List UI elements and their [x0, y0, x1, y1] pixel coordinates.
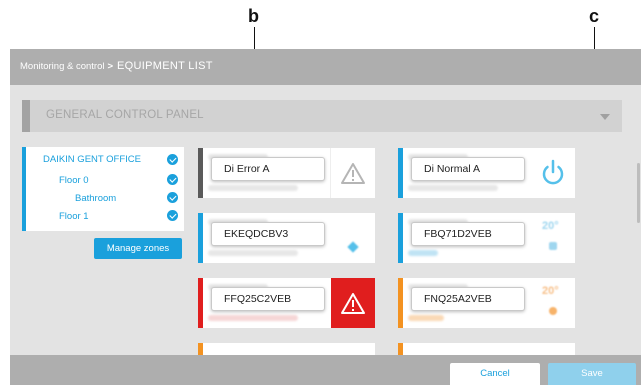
breadcrumb: Monitoring & control > EQUIPMENT LIST — [20, 60, 213, 72]
check-icon[interactable] — [167, 154, 178, 165]
equipment-name-field[interactable]: EKEQDCBV3 — [211, 222, 325, 246]
status-stripe — [398, 148, 403, 198]
equipment-name-field[interactable]: FNQ25A2VEB — [411, 287, 525, 311]
callout-c: c — [589, 6, 600, 26]
equipment-card-partial[interactable] — [398, 343, 575, 355]
fan-icon — [347, 241, 359, 253]
general-control-panel-header[interactable]: GENERAL CONTROL PANEL — [22, 100, 622, 132]
zone-tree: DAIKIN GENT OFFICE Floor 0 Bathroom Floo… — [22, 147, 184, 231]
equipment-card-fbq71d2veb[interactable]: 20° FBQ71D2VEB — [398, 213, 575, 263]
status-icon-area — [531, 148, 575, 198]
save-button[interactable]: Save — [548, 363, 636, 385]
equipment-card-partial[interactable] — [198, 343, 375, 355]
status-stripe — [398, 343, 403, 355]
check-icon[interactable] — [167, 192, 178, 203]
status-icon-area: 20° — [531, 278, 575, 328]
status-stripe — [198, 343, 203, 355]
status-stripe — [198, 278, 203, 328]
temperature-value: 20° — [542, 285, 559, 297]
equipment-name-field[interactable]: FBQ71D2VEB — [411, 222, 525, 246]
status-icon-area — [330, 148, 375, 198]
manage-zones-button[interactable]: Manage zones — [94, 238, 182, 259]
cancel-button[interactable]: Cancel — [450, 363, 540, 385]
warning-icon — [341, 293, 365, 314]
panel-title: GENERAL CONTROL PANEL — [46, 109, 204, 121]
breadcrumb-parent[interactable]: Monitoring & control — [20, 61, 104, 72]
temperature-value: 20° — [542, 220, 559, 232]
power-icon — [542, 159, 564, 185]
status-stripe — [398, 278, 403, 328]
status-stripe — [198, 148, 203, 198]
zone-item-floor-1[interactable]: Floor 1 — [59, 211, 89, 222]
equipment-card-ekeqdcbv3[interactable]: EKEQDCBV3 — [198, 213, 375, 263]
status-stripe — [198, 213, 203, 263]
equipment-name-field[interactable]: FFQ25C2VEB — [211, 287, 325, 311]
equipment-card-di-error-a[interactable]: Di Error A — [198, 148, 375, 198]
breadcrumb-current: EQUIPMENT LIST — [117, 60, 213, 72]
zone-item-floor-0[interactable]: Floor 0 — [59, 175, 89, 186]
zone-item-bathroom[interactable]: Bathroom — [75, 193, 116, 204]
header-bar: Monitoring & control > EQUIPMENT LIST — [10, 49, 641, 85]
status-icon-area — [331, 278, 375, 328]
check-icon[interactable] — [167, 174, 178, 185]
main-content: GENERAL CONTROL PANEL DAIKIN GENT OFFICE… — [10, 85, 641, 355]
status-stripe — [398, 213, 403, 263]
warning-icon — [341, 163, 365, 184]
footer-bar: Cancel Save — [10, 355, 641, 385]
chevron-down-icon[interactable] — [600, 114, 610, 120]
check-icon[interactable] — [167, 210, 178, 221]
breadcrumb-separator: > — [107, 61, 114, 72]
scrollbar[interactable] — [637, 163, 640, 223]
callout-b: b — [248, 6, 259, 26]
zone-item-daikin-gent-office[interactable]: DAIKIN GENT OFFICE — [43, 154, 141, 165]
equipment-card-di-normal-a[interactable]: Di Normal A — [398, 148, 575, 198]
equipment-name-field[interactable]: Di Normal A — [411, 157, 525, 181]
equipment-card-fnq25a2veb[interactable]: 20° FNQ25A2VEB — [398, 278, 575, 328]
status-icon-area — [331, 213, 375, 263]
status-icon-area: 20° — [531, 213, 575, 263]
equipment-name-field[interactable]: Di Error A — [211, 157, 325, 181]
equipment-card-ffq25c2veb[interactable]: FFQ25C2VEB — [198, 278, 375, 328]
